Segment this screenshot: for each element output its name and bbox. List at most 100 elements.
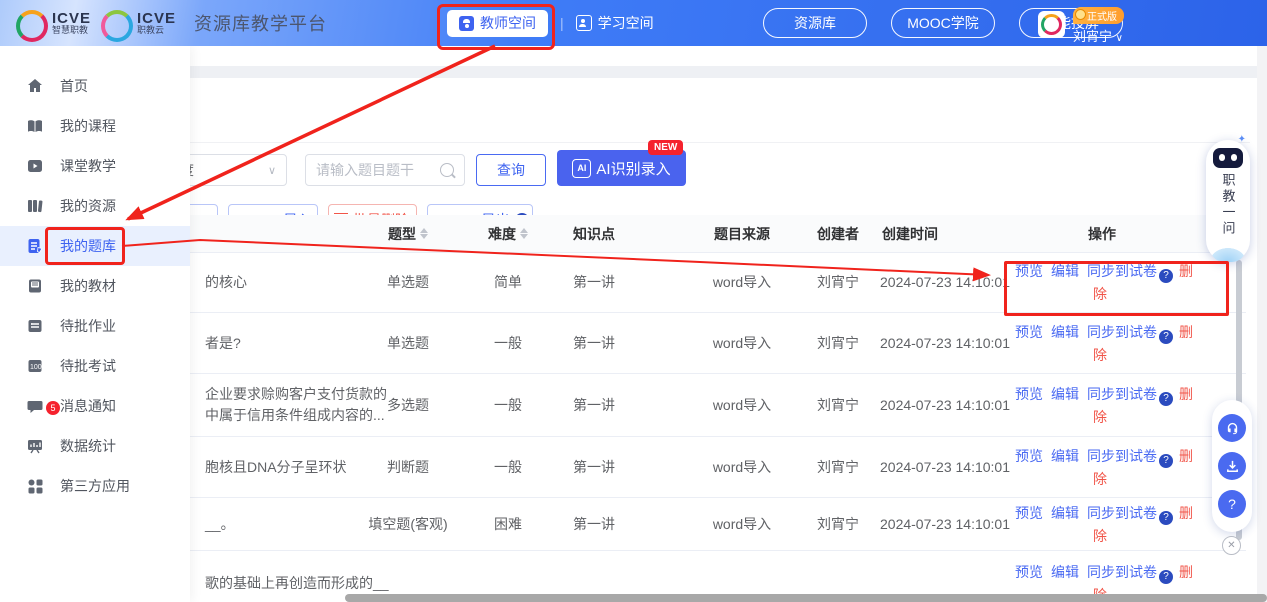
- creator: 刘宵宁: [788, 252, 888, 312]
- background-strip: [0, 66, 1267, 78]
- customer-service-icon[interactable]: [1218, 414, 1246, 442]
- question-type: 单选题: [358, 313, 458, 373]
- horizontal-scrollbar-thumb[interactable]: [345, 594, 1267, 602]
- sync-to-paper-link[interactable]: 同步到试卷: [1087, 386, 1157, 402]
- sidebar-item-third-party-apps[interactable]: 第三方应用: [0, 466, 190, 506]
- help-icon[interactable]: ?: [1159, 269, 1173, 283]
- table-body: 的核心 单选题 简单 第一讲 word导入 刘宵宁 2024-07-23 14:…: [150, 252, 1246, 602]
- svg-text:100: 100: [30, 364, 42, 371]
- sync-to-paper-link[interactable]: 同步到试卷: [1087, 448, 1157, 464]
- download-icon[interactable]: [1218, 452, 1246, 480]
- space-switcher: 教师空间 | 学习空间: [447, 0, 654, 46]
- sidebar-item-my-question-bank[interactable]: 我的题库: [0, 226, 190, 266]
- preview-link[interactable]: 预览: [1015, 324, 1043, 340]
- sync-to-paper-link[interactable]: 同步到试卷: [1087, 324, 1157, 340]
- notification-badge: 5: [46, 401, 60, 415]
- question-difficulty: 困难: [458, 498, 558, 550]
- icve-zhihui-logo-icon: [14, 8, 44, 38]
- ai-recognition-button[interactable]: AI AI识别录入: [557, 150, 686, 186]
- knowledge-point: 第一讲: [544, 437, 644, 497]
- help-icon[interactable]: ?: [1159, 454, 1173, 468]
- assistant-widget[interactable]: ✦ 职教一问: [1206, 140, 1250, 262]
- preview-link[interactable]: 预览: [1015, 263, 1043, 279]
- edit-link[interactable]: 编辑: [1051, 448, 1079, 464]
- question-type: 单选题: [358, 252, 458, 312]
- question-type: 多选题: [358, 374, 458, 436]
- edit-link[interactable]: 编辑: [1051, 386, 1079, 402]
- column-difficulty[interactable]: 难度: [458, 215, 558, 252]
- page-scrollbar-track: [1257, 46, 1267, 602]
- question-difficulty: 简单: [458, 252, 558, 312]
- sync-to-paper-link[interactable]: 同步到试卷: [1087, 505, 1157, 521]
- user-menu[interactable]: 正式版 刘宵宁 ∨: [1038, 7, 1124, 45]
- mooc-academy-link[interactable]: MOOC学院: [891, 8, 995, 38]
- question-source: word导入: [692, 498, 792, 550]
- creator: 刘宵宁: [788, 437, 888, 497]
- sidebar-item-homework-to-grade[interactable]: 待批作业: [0, 306, 190, 346]
- creator: 刘宵宁: [788, 313, 888, 373]
- sidebar-item-exams-to-grade[interactable]: 100 待批考试: [0, 346, 190, 386]
- preview-link[interactable]: 预览: [1015, 386, 1043, 402]
- table-row[interactable]: 的核心 单选题 简单 第一讲 word导入 刘宵宁 2024-07-23 14:…: [150, 252, 1246, 313]
- table-row[interactable]: 者是? 单选题 一般 第一讲 word导入 刘宵宁 2024-07-23 14:…: [150, 313, 1246, 374]
- home-icon: [26, 77, 44, 95]
- help-icon[interactable]: ?: [1159, 392, 1173, 406]
- help-icon[interactable]: ?: [1159, 570, 1173, 584]
- resource-library-link[interactable]: 资源库: [763, 8, 867, 38]
- statistics-icon: [26, 437, 44, 455]
- app-header: ICVE 智慧职教 ICVE 职教云 资源库教学平台 教师空间 | 学习空间 资…: [0, 0, 1267, 46]
- sidebar-item-my-resources[interactable]: 我的资源: [0, 186, 190, 226]
- logo2-name: ICVE: [137, 11, 176, 26]
- student-space-icon: [576, 15, 592, 31]
- teacher-space-button[interactable]: 教师空间: [447, 10, 548, 37]
- version-badge: 正式版: [1073, 7, 1124, 24]
- table-row[interactable]: __。 填空题(客观) 困难 第一讲 word导入 刘宵宁 2024-07-23…: [150, 498, 1246, 551]
- edit-link[interactable]: 编辑: [1051, 324, 1079, 340]
- question-search-input[interactable]: 请输入题目题干: [305, 154, 465, 186]
- question-source: word导入: [692, 437, 792, 497]
- help-icon[interactable]: ?: [1159, 511, 1173, 525]
- preview-link[interactable]: 预览: [1015, 564, 1043, 580]
- edit-link[interactable]: 编辑: [1051, 564, 1079, 580]
- help-icon[interactable]: ?: [1159, 330, 1173, 344]
- row-actions: 预览编辑同步到试卷?删除: [1008, 313, 1196, 373]
- sync-to-paper-link[interactable]: 同步到试卷: [1087, 263, 1157, 279]
- sidebar-item-classroom-teaching[interactable]: 课堂教学: [0, 146, 190, 186]
- sync-to-paper-link[interactable]: 同步到试卷: [1087, 564, 1157, 580]
- help-icon[interactable]: ?: [1218, 490, 1246, 518]
- knowledge-point: 第一讲: [544, 374, 644, 436]
- user-name: 刘宵宁: [1073, 29, 1112, 44]
- book-icon: [26, 117, 44, 135]
- column-knowledge: 知识点: [544, 215, 644, 252]
- question-type: 填空题(客观): [358, 498, 458, 550]
- creator: 刘宵宁: [788, 374, 888, 436]
- sidebar-item-my-courses[interactable]: 我的课程: [0, 106, 190, 146]
- icve-zhijiaoyun-logo-icon: [99, 8, 129, 38]
- sidebar-item-home[interactable]: 首页: [0, 66, 190, 106]
- textbook-icon: [26, 277, 44, 295]
- preview-link[interactable]: 预览: [1015, 505, 1043, 521]
- sort-icon[interactable]: [520, 228, 528, 239]
- preview-link[interactable]: 预览: [1015, 448, 1043, 464]
- table-row[interactable]: 企业要求赊购客户支付货款的中属于信用条件组成内容的... 多选题 一般 第一讲 …: [150, 374, 1246, 437]
- close-icon[interactable]: ✕: [1222, 536, 1241, 555]
- table-row[interactable]: 胞核且DNA分子呈环状 判断题 一般 第一讲 word导入 刘宵宁 2024-0…: [150, 437, 1246, 498]
- app-window: ICVE 智慧职教 ICVE 职教云 资源库教学平台 教师空间 | 学习空间 资…: [0, 0, 1267, 602]
- sidebar-item-data-statistics[interactable]: 数据统计: [0, 426, 190, 466]
- library-icon: [26, 197, 44, 215]
- question-difficulty: 一般: [458, 313, 558, 373]
- assistant-label: 职教一问: [1219, 173, 1238, 237]
- sidebar-item-my-textbooks[interactable]: 我的教材: [0, 266, 190, 306]
- column-type[interactable]: 题型: [358, 215, 458, 252]
- query-button[interactable]: 查询: [476, 154, 546, 186]
- edit-link[interactable]: 编辑: [1051, 263, 1079, 279]
- sort-icon[interactable]: [420, 228, 428, 239]
- row-actions: 预览编辑同步到试卷?删除: [1008, 437, 1196, 497]
- question-difficulty: 一般: [458, 437, 558, 497]
- logo1-sub: 智慧职教: [52, 26, 91, 35]
- knowledge-point: 第一讲: [544, 252, 644, 312]
- sidebar-item-notifications[interactable]: 5 消息通知: [0, 386, 190, 426]
- exam-icon: 100: [26, 357, 44, 375]
- edit-link[interactable]: 编辑: [1051, 505, 1079, 521]
- student-space-button[interactable]: 学习空间: [576, 13, 654, 33]
